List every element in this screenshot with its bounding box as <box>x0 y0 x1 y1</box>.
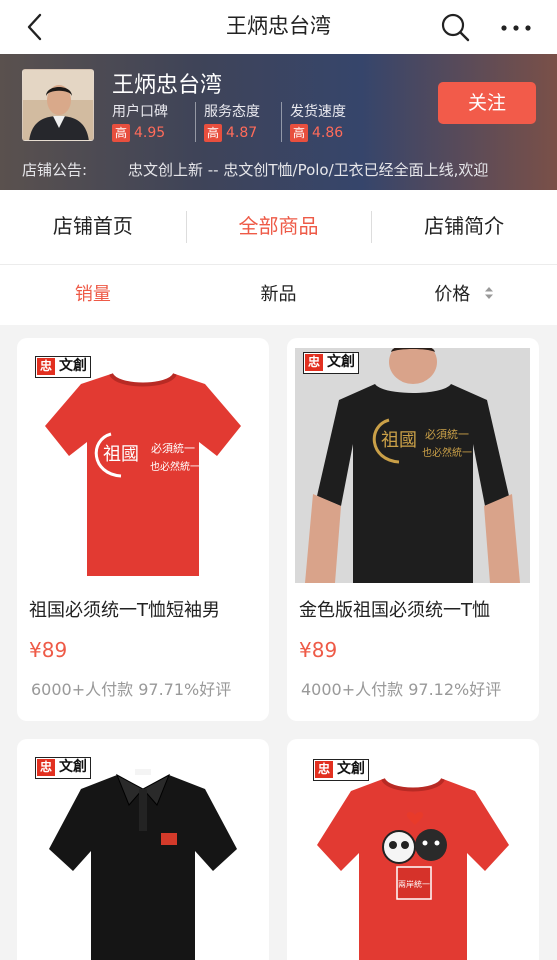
shop-notice-bar[interactable]: 店铺公告: 忠文创上新 -- 忠文创T恤/Polo/卫衣已经全面上线,欢迎 <box>0 150 557 190</box>
sort-label: 新品 <box>260 284 297 305</box>
rating-value: 4.95 <box>134 125 166 141</box>
print-line-1: 必須統一 <box>425 427 469 441</box>
product-image: 兩岸統一 忠 文創 <box>295 749 530 960</box>
notice-text: 忠文创上新 -- 忠文创T恤/Polo/卫衣已经全面上线,欢迎 <box>128 161 489 179</box>
logo-red-part: 忠 <box>315 761 333 778</box>
sort-bar: 销量 新品 价格 <box>0 265 557 325</box>
tab-shop-home[interactable]: 店铺首页 <box>0 190 186 264</box>
rating-level-badge: 高 <box>204 124 222 142</box>
product-card[interactable]: 兩岸統一 忠 文創 <box>287 739 539 960</box>
page-title: 王炳忠台湾 <box>226 14 331 38</box>
product-title: 祖国必须统一T恤短袖男 <box>29 600 220 621</box>
avatar-portrait-image <box>23 70 93 140</box>
brand-logo: 忠 文創 <box>35 757 91 779</box>
search-icon[interactable] <box>437 9 473 45</box>
follow-button[interactable]: 关注 <box>438 82 536 124</box>
tab-shop-intro[interactable]: 店铺简介 <box>371 190 557 264</box>
product-price: ¥89 <box>29 638 68 662</box>
product-title: 金色版祖国必须统一T恤 <box>299 600 490 621</box>
black-tshirt-model-image: 祖國 必須統一 也必然統一 <box>295 348 530 583</box>
logo-red-part: 忠 <box>305 354 323 371</box>
logo-black-part: 文創 <box>337 761 365 777</box>
logo-black-part: 文創 <box>59 358 87 374</box>
rating-value: 4.87 <box>226 125 258 141</box>
product-card[interactable]: 忠 文創 <box>17 739 269 960</box>
rating-level-badge: 高 <box>290 124 308 142</box>
shop-tabs: 店铺首页 全部商品 店铺简介 <box>0 190 557 265</box>
rating-shipping: 发货速度 高 4.86 <box>281 102 367 142</box>
print-big-text: 祖國 <box>381 430 417 451</box>
shop-header: 王炳忠台湾 用户口碑 高 4.95 服务态度 高 4.87 发货速度 高 4.8… <box>0 54 557 190</box>
notice-label: 店铺公告: <box>22 161 88 179</box>
rating-reputation: 用户口碑 高 4.95 <box>112 102 195 142</box>
logo-red-part: 忠 <box>37 358 55 375</box>
product-sales-stats: 4000+人付款 97.12%好评 <box>301 680 502 699</box>
product-card[interactable]: 祖國 必須統一 也必然統一 忠 文創 金色版祖国必须统一T恤 ¥89 4000+… <box>287 338 539 721</box>
logo-black-part: 文創 <box>327 354 355 370</box>
print-line-2: 也必然統一 <box>422 446 472 459</box>
product-image: 祖國 必須統一 也必然統一 忠 文創 <box>295 348 530 583</box>
rating-level-badge: 高 <box>112 124 130 142</box>
print-big-text: 祖國 <box>103 444 139 465</box>
sort-label: 销量 <box>74 284 111 305</box>
sort-by-new[interactable]: 新品 <box>186 265 372 325</box>
rating-label: 服务态度 <box>204 104 260 120</box>
top-nav-bar: 王炳忠台湾 <box>0 0 557 54</box>
brand-logo: 忠 文創 <box>303 352 359 374</box>
print-line-1: 必須統一 <box>151 441 195 455</box>
brand-logo: 忠 文創 <box>313 759 369 781</box>
rating-service: 服务态度 高 4.87 <box>195 102 281 142</box>
product-card[interactable]: 祖國 必須統一 也必然統一 忠 文創 祖国必须统一T恤短袖男 ¥89 6000+… <box>17 338 269 721</box>
rating-label: 发货速度 <box>290 104 346 120</box>
sort-arrows-icon <box>485 287 494 299</box>
more-dots-icon[interactable] <box>496 9 536 45</box>
rating-value: 4.86 <box>312 125 344 141</box>
logo-black-part: 文創 <box>59 759 87 775</box>
bear-tag-text: 兩岸統一 <box>398 879 430 889</box>
shop-name: 王炳忠台湾 <box>112 73 223 98</box>
product-image: 祖國 必須統一 也必然統一 忠 文創 <box>25 348 260 583</box>
product-price: ¥89 <box>299 638 338 662</box>
product-image: 忠 文創 <box>25 749 260 960</box>
rating-label: 用户口碑 <box>112 104 168 120</box>
brand-logo: 忠 文創 <box>35 356 91 378</box>
tab-all-products[interactable]: 全部商品 <box>185 190 372 264</box>
shop-avatar[interactable] <box>22 69 94 141</box>
product-sales-stats: 6000+人付款 97.71%好评 <box>31 680 232 699</box>
sort-by-sales[interactable]: 销量 <box>0 265 186 325</box>
print-line-2: 也必然統一 <box>150 460 200 473</box>
sort-label: 价格 <box>434 284 471 305</box>
sort-by-price[interactable]: 价格 <box>371 265 557 325</box>
shop-ratings: 用户口碑 高 4.95 服务态度 高 4.87 发货速度 高 4.86 <box>112 102 367 142</box>
black-polo-image <box>25 749 260 960</box>
red-tshirt-image: 祖國 必須統一 也必然統一 <box>25 348 260 583</box>
logo-red-part: 忠 <box>37 759 55 776</box>
